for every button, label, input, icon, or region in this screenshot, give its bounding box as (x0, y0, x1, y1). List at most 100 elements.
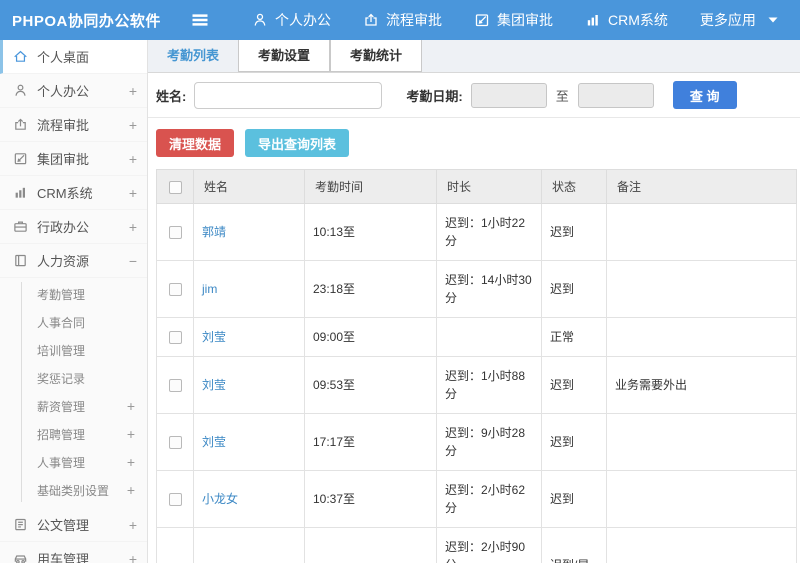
hr-submenu: 考勤管理 人事合同 培训管理 奖惩记录 薪资管理 + 招聘管理 + 人事管理 +… (0, 278, 147, 508)
select-all-checkbox[interactable] (168, 180, 182, 194)
sidebar-item-document-management[interactable]: 公文管理 + (0, 508, 147, 542)
note-cell: 业务需要外出 (606, 356, 797, 414)
nav-group-approval[interactable]: 集团审批 (458, 0, 569, 40)
col-header-duration: 时长 (436, 169, 542, 204)
edit-square-icon (474, 12, 490, 28)
table-row: jim 23:18至 迟到：14小时30分 迟到 (156, 260, 797, 318)
sidebar-item-crm-system[interactable]: CRM系统 + (0, 176, 147, 210)
sidebar-subitem-reward-punishment-records[interactable]: 奖惩记录 (0, 364, 147, 392)
expand-icon[interactable]: + (127, 482, 135, 498)
clear-data-button[interactable]: 清理数据 (156, 129, 235, 157)
home-icon (13, 49, 28, 64)
person-icon (252, 12, 268, 28)
sidebar-subitem-basic-category-settings[interactable]: 基础类别设置 + (0, 476, 147, 504)
note-cell (606, 260, 797, 318)
table-row: 刘莹 09:53至 迟到：1小时88分 迟到 业务需要外出 (156, 356, 797, 414)
app-title: PHPOA协同办公软件 (12, 12, 161, 30)
row-checkbox[interactable] (168, 493, 182, 507)
attendance-table: 姓名 考勤时间 时长 状态 备注 郭靖 10:13至 迟到：1小时22分 迟到 (156, 169, 797, 563)
status-cell: 迟到/早退 (541, 527, 607, 563)
sidebar-subitem-personnel-contract[interactable]: 人事合同 (0, 308, 147, 336)
sidebar-item-workflow-approval[interactable]: 流程审批 + (0, 108, 147, 142)
date-to-input[interactable] (577, 82, 654, 108)
expand-icon[interactable]: + (129, 185, 137, 201)
bar-chart-icon (585, 12, 601, 28)
employee-name-link[interactable]: 刘莹 (202, 330, 226, 344)
duration-cell: 迟到：14小时30分 (436, 260, 542, 318)
top-header: PHPOA协同办公软件 个人办公 流程审批 集团审批 CRM系统 更多应用 (0, 0, 800, 40)
status-cell: 迟到 (541, 260, 607, 318)
export-list-button[interactable]: 导出查询列表 (245, 129, 350, 157)
sidebar-subitem-personnel-management[interactable]: 人事管理 + (0, 448, 147, 476)
edit-square-icon (13, 151, 28, 166)
sidebar-item-group-approval[interactable]: 集团审批 + (0, 142, 147, 176)
employee-name-link[interactable]: 刘莹 (202, 435, 226, 449)
nav-label: 个人办公 (275, 12, 331, 28)
table-row: 郭靖 10:13至 迟到：1小时22分 迟到 (156, 203, 797, 261)
row-checkbox[interactable] (168, 331, 182, 345)
expand-icon[interactable]: + (129, 517, 137, 533)
nav-crm-system[interactable]: CRM系统 (569, 0, 684, 40)
top-navigation: 个人办公 流程审批 集团审批 CRM系统 更多应用 (236, 0, 797, 40)
nav-label: 流程审批 (386, 12, 442, 28)
employee-name-link[interactable]: 郭靖 (202, 225, 226, 239)
row-checkbox[interactable] (168, 379, 182, 393)
expand-icon[interactable]: + (129, 151, 137, 167)
action-buttons: 清理数据 导出查询列表 (148, 118, 800, 169)
collapse-icon[interactable]: − (129, 253, 137, 269)
date-from-input[interactable] (470, 82, 547, 108)
sidebar-item-administrative-office[interactable]: 行政办公 + (0, 210, 147, 244)
tab-attendance-settings[interactable]: 考勤设置 (238, 40, 331, 72)
row-checkbox[interactable] (168, 436, 182, 450)
expand-icon[interactable]: + (129, 219, 137, 235)
sidebar-item-personal-desktop[interactable]: 个人桌面 (0, 40, 147, 74)
name-label: 姓名: (156, 88, 187, 104)
menu-toggle-icon[interactable] (190, 10, 210, 30)
tab-attendance-list[interactable]: 考勤列表 (148, 40, 238, 72)
col-header-status: 状态 (541, 169, 607, 204)
row-checkbox[interactable] (168, 226, 182, 240)
workflow-icon (363, 12, 379, 28)
duration-cell: 迟到：9小时28分 (436, 413, 542, 471)
sidebar-item-vehicle-management[interactable]: 用车管理 + (0, 542, 147, 563)
attendance-time-cell: 17:17至 (304, 413, 437, 471)
sidebar-subitem-training-management[interactable]: 培训管理 (0, 336, 147, 364)
attendance-time-cell: 10:13至 (304, 203, 437, 261)
book-icon (13, 253, 28, 268)
expand-icon[interactable]: + (127, 426, 135, 442)
caret-down-icon (765, 12, 781, 28)
expand-icon[interactable]: + (129, 83, 137, 99)
query-button[interactable]: 查 询 (672, 81, 737, 109)
sidebar-subitem-recruitment-management[interactable]: 招聘管理 + (0, 420, 147, 448)
expand-icon[interactable]: + (129, 117, 137, 133)
person-icon (13, 83, 28, 98)
table-row: 管理员 10:54至10:54 迟到：2小时90分 早退：7小时10分 迟到/早… (156, 527, 797, 563)
sidebar-subitem-salary-management[interactable]: 薪资管理 + (0, 392, 147, 420)
sidebar-subitem-attendance-management[interactable]: 考勤管理 (0, 280, 147, 308)
duration-cell (436, 317, 542, 357)
tab-bar: 考勤列表 考勤设置 考勤统计 (148, 40, 800, 73)
document-icon (13, 517, 28, 532)
employee-name-link[interactable]: 小龙女 (202, 492, 238, 506)
tab-attendance-stats[interactable]: 考勤统计 (330, 40, 423, 72)
main-content: 考勤列表 考勤设置 考勤统计 姓名: 考勤日期: 至 查 询 清理数据 导出查询… (148, 40, 800, 563)
table-row: 刘莹 17:17至 迟到：9小时28分 迟到 (156, 413, 797, 471)
to-label: 至 (555, 88, 569, 104)
employee-name-link[interactable]: jim (202, 282, 217, 296)
workflow-icon (13, 117, 28, 132)
expand-icon[interactable]: + (127, 398, 135, 414)
duration-cell: 迟到：2小时62分 (436, 470, 542, 528)
nav-more-apps[interactable]: 更多应用 (684, 0, 797, 40)
nav-workflow-approval[interactable]: 流程审批 (347, 0, 458, 40)
nav-personal-office[interactable]: 个人办公 (236, 0, 347, 40)
name-input[interactable] (194, 81, 383, 109)
col-header-attendance-time: 考勤时间 (304, 169, 437, 204)
sidebar-item-human-resources[interactable]: 人力资源 − (0, 244, 147, 278)
row-checkbox[interactable] (168, 283, 182, 297)
employee-name-link[interactable]: 刘莹 (202, 378, 226, 392)
nav-label: 集团审批 (497, 12, 553, 28)
sidebar-item-personal-office[interactable]: 个人办公 + (0, 74, 147, 108)
table-row: 小龙女 10:37至 迟到：2小时62分 迟到 (156, 470, 797, 528)
expand-icon[interactable]: + (129, 551, 137, 563)
expand-icon[interactable]: + (127, 454, 135, 470)
